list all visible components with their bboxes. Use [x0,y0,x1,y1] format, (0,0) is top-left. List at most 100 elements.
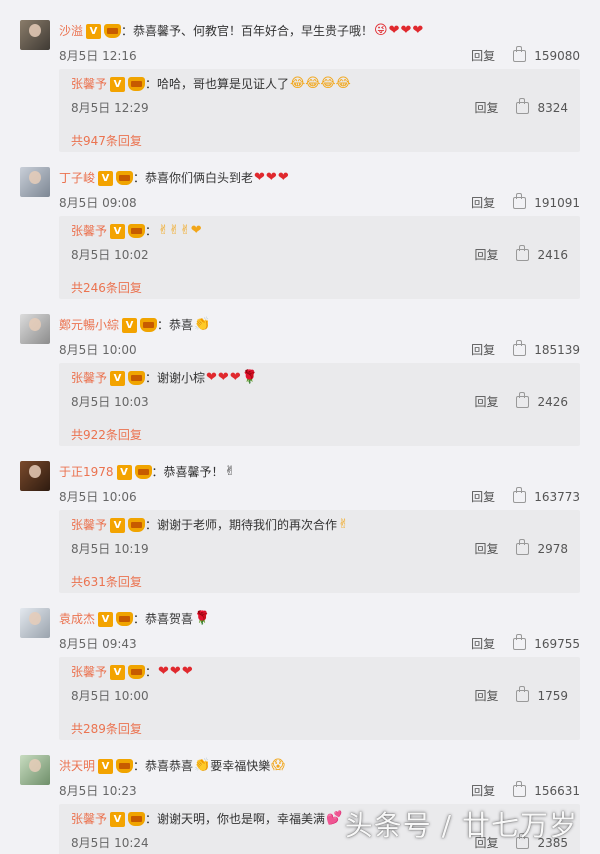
like-count: 159080 [534,48,580,63]
username-link[interactable]: 张馨予 [71,663,107,681]
reply-box: 张馨予 V ： ✌✌✌❤ 8月5日 10:02 回复 2416 共246条回复 [59,216,580,299]
member-crown-icon [116,612,134,626]
reply-button[interactable]: 回复 [474,246,498,263]
timestamp: 8月5日 10:06 [59,490,137,504]
reply-button[interactable]: 回复 [471,47,495,64]
timestamp: 8月5日 10:00 [71,689,149,703]
thumbs-up-icon[interactable] [513,339,527,356]
reply-button[interactable]: 回复 [471,341,495,358]
username-link[interactable]: 沙溢 [59,22,83,40]
emoji-icon: ✌ [224,464,236,479]
like-count: 2426 [537,394,568,409]
comment-item: 鄭元暢小綜 V ：恭喜 👏 8月5日 10:00 回复 185139 张馨予 V… [0,306,600,453]
reply-button[interactable]: 回复 [474,540,498,557]
thumbs-up-icon[interactable] [516,391,530,408]
emoji-icon: ✌✌✌❤ [158,223,202,238]
avatar[interactable] [20,20,50,50]
like-count: 169755 [534,636,580,651]
heart-icon: ❤❤❤ [158,664,194,679]
emoji-icon: ✌ [338,517,349,532]
emoji-icon: 👏 [194,317,211,332]
reply-button[interactable]: 回复 [474,99,498,116]
reply-button[interactable]: 回复 [471,635,495,652]
comment-text-tail: 要幸福快樂 [210,759,271,773]
clap-icon: 👏 [194,758,211,773]
comment-text: ：恭喜馨予、何教官！百年好合，早生贵子哦！ [121,24,374,38]
thumbs-up-icon[interactable] [513,45,527,62]
username-link[interactable]: 张馨予 [71,369,107,387]
more-replies-link[interactable]: 共947条回复 [71,132,142,149]
timestamp: 8月5日 12:29 [71,101,149,115]
thumbs-up-icon[interactable] [513,192,527,209]
avatar[interactable] [20,167,50,197]
member-crown-icon [128,518,146,532]
like-count: 191091 [534,195,580,210]
like-count: 156631 [534,783,580,798]
comment-text: ：恭喜馨予！ [151,465,224,479]
more-replies-link[interactable]: 共246条回复 [71,279,142,296]
reply-box: 张馨予 V ：谢谢于老师，期待我们的再次合作 ✌ 8月5日 10:19 回复 2… [59,510,580,593]
emoji-icon: 😂😂😂😂 [290,76,351,91]
reply-text: ：谢谢天明，你也是啊，幸福美满 [145,812,326,826]
thumbs-up-icon[interactable] [516,244,530,261]
verified-v-icon: V [98,170,114,186]
emoji-icon: 😜❤❤❤ [374,23,425,38]
reply-button[interactable]: 回复 [471,782,495,799]
member-crown-icon [134,465,152,479]
member-crown-icon [116,171,134,185]
username-link[interactable]: 张馨予 [71,810,107,828]
timestamp: 8月5日 10:00 [59,343,137,357]
username-link[interactable]: 洪天明 [59,757,95,775]
comment-item: 于正1978 V ：恭喜馨予！ ✌ 8月5日 10:06 回复 163773 张… [0,453,600,600]
thumbs-up-icon[interactable] [513,780,527,797]
reply-button[interactable]: 回复 [474,687,498,704]
reply-text: ：谢谢于老师，期待我们的再次合作 [145,518,338,532]
verified-v-icon: V [110,223,126,239]
verified-v-icon: V [110,664,126,680]
member-crown-icon [104,24,122,38]
more-replies-link[interactable]: 共289条回复 [71,720,142,737]
timestamp: 8月5日 10:02 [71,248,149,262]
like-count: 1759 [537,688,568,703]
comment-item: 沙溢 V ：恭喜馨予、何教官！百年好合，早生贵子哦！ 😜❤❤❤ 8月5日 12:… [0,12,600,159]
emoji-icon: 😱 [271,758,285,773]
member-crown-icon [116,759,134,773]
verified-v-icon: V [122,317,138,333]
reply-box: 张馨予 V ：谢谢小棕 ❤❤❤🌹 8月5日 10:03 回复 2426 共922… [59,363,580,446]
username-link[interactable]: 于正1978 [59,463,114,481]
like-count: 8324 [537,100,568,115]
username-link[interactable]: 袁成杰 [59,610,95,628]
reply-box: 张馨予 V ： ❤❤❤ 8月5日 10:00 回复 1759 共289条回复 [59,657,580,740]
thumbs-up-icon[interactable] [516,538,530,555]
timestamp: 8月5日 10:23 [59,784,137,798]
thumbs-up-icon[interactable] [516,685,530,702]
username-link[interactable]: 张馨予 [71,222,107,240]
reply-button[interactable]: 回复 [471,488,495,505]
emoji-icon: ❤❤❤🌹 [206,370,259,385]
verified-v-icon: V [110,517,126,533]
more-replies-link[interactable]: 共922条回复 [71,426,142,443]
like-count: 185139 [534,342,580,357]
thumbs-up-icon[interactable] [513,633,527,650]
username-link[interactable]: 张馨予 [71,75,107,93]
username-link[interactable]: 丁子峻 [59,169,95,187]
timestamp: 8月5日 10:03 [71,395,149,409]
verified-v-icon: V [110,76,126,92]
avatar[interactable] [20,755,50,785]
avatar[interactable] [20,314,50,344]
like-count: 163773 [534,489,580,504]
reply-button[interactable]: 回复 [471,194,495,211]
thumbs-up-icon[interactable] [513,486,527,503]
thumbs-up-icon[interactable] [516,97,530,114]
verified-v-icon: V [86,23,102,39]
avatar[interactable] [20,608,50,638]
reply-button[interactable]: 回复 [474,393,498,410]
verified-v-icon: V [110,811,126,827]
username-link[interactable]: 鄭元暢小綜 [59,316,119,334]
username-link[interactable]: 张馨予 [71,516,107,534]
more-replies-link[interactable]: 共631条回复 [71,573,142,590]
member-crown-icon [128,224,146,238]
member-crown-icon [140,318,158,332]
avatar[interactable] [20,461,50,491]
like-count: 2416 [537,247,568,262]
